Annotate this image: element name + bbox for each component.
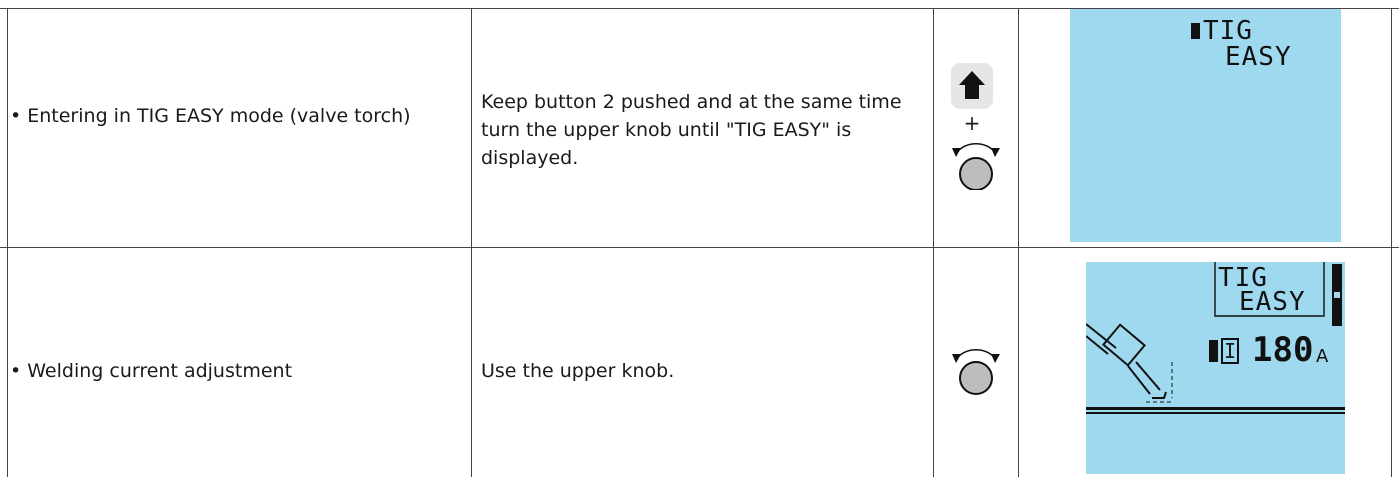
lock-icon [1332,264,1342,326]
row1-lcd-display: TIG EASY [1070,9,1341,242]
instruction-table: • Entering in TIG EASY mode (valve torch… [0,0,1399,477]
rotary-knob-icon [952,349,1000,395]
rotary-knob-icon [952,143,1000,191]
arrow-up-icon [951,63,993,109]
current-value: 180 [1252,330,1314,370]
current-symbol-box: I [1221,338,1239,364]
col-border-left [7,8,8,477]
row1-controls: + [948,60,1004,191]
current-selector-marker-icon [1209,340,1218,362]
col-border-4 [1018,8,1019,477]
col-border-2 [471,8,472,477]
row-divider [0,247,1399,248]
row2-lcd-display: TIG EASY I 180 A [1086,262,1345,474]
row2-instruction: Use the upper knob. [481,360,675,382]
row1-action: • Entering in TIG EASY mode (valve torch… [10,105,411,127]
col-border-3 [933,8,934,477]
current-unit: A [1316,346,1329,367]
selector-marker-icon [1191,23,1200,39]
row2-lcd-line2: EASY [1239,287,1306,317]
baseline-bars [1086,407,1345,414]
col-border-right [1391,8,1392,477]
row1-lcd-line2: EASY [1225,42,1292,72]
current-symbol: I [1223,339,1237,363]
row2-action: • Welding current adjustment [10,360,293,382]
row1-lcd-line1: TIG [1203,16,1253,46]
torch-icon [1086,323,1174,403]
plus-sign: + [963,111,981,135]
row1-instruction: Keep button 2 pushed and at the same tim… [481,91,902,169]
row2-controls [948,340,1004,400]
